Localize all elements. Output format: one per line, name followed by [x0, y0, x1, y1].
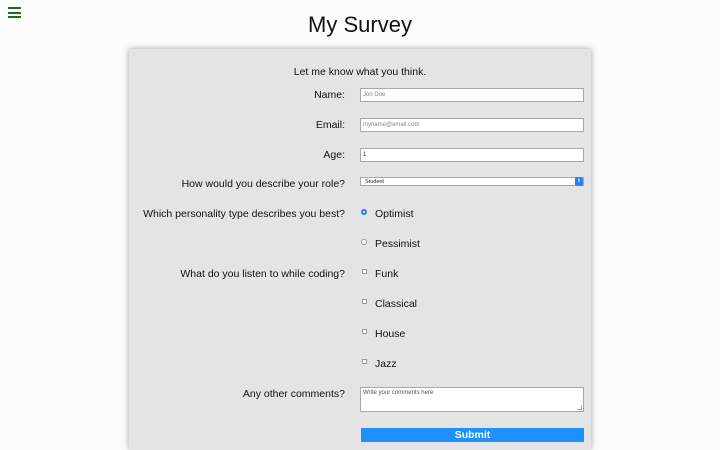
checkbox-jazz[interactable] — [362, 359, 367, 364]
submit-button[interactable]: Submit — [361, 428, 584, 442]
email-label: Email: — [315, 119, 345, 131]
radio-optimist[interactable] — [361, 209, 367, 215]
personality-label: Which personality type describes you bes… — [143, 208, 345, 220]
email-input[interactable]: myname@email.com — [360, 118, 584, 132]
survey-intro: Let me know what you think. — [293, 66, 427, 78]
name-label: Name: — [314, 89, 345, 101]
checkbox-house[interactable] — [362, 329, 367, 334]
name-input[interactable]: Jon Doe — [360, 88, 584, 102]
checkbox-funk[interactable] — [362, 269, 367, 274]
role-select-value: Student — [365, 179, 384, 185]
comments-label: Any other comments? — [242, 388, 345, 400]
comments-placeholder: Write your comments here — [363, 390, 434, 396]
page-title: My Survey — [308, 12, 412, 37]
radio-optimist-label: Optimist — [375, 208, 414, 220]
radio-pessimist[interactable] — [361, 239, 367, 245]
comments-textarea[interactable]: Write your comments here — [360, 387, 584, 412]
resize-grip-icon[interactable] — [577, 405, 582, 410]
checkbox-classical-label: Classical — [375, 298, 418, 310]
role-select[interactable]: Student ⇕ — [360, 177, 584, 186]
age-label: Age: — [323, 149, 345, 161]
checkbox-funk-label: Funk — [375, 268, 399, 280]
role-label: How would you describe your role? — [181, 178, 345, 190]
listen-label: What do you listen to while coding? — [180, 268, 345, 280]
select-arrows-icon: ⇕ — [575, 177, 583, 186]
checkbox-house-label: House — [375, 328, 406, 340]
radio-pessimist-label: Pessimist — [375, 238, 420, 250]
age-input[interactable]: 1 — [360, 148, 584, 162]
checkbox-jazz-label: Jazz — [375, 358, 397, 370]
checkbox-classical[interactable] — [362, 299, 367, 304]
